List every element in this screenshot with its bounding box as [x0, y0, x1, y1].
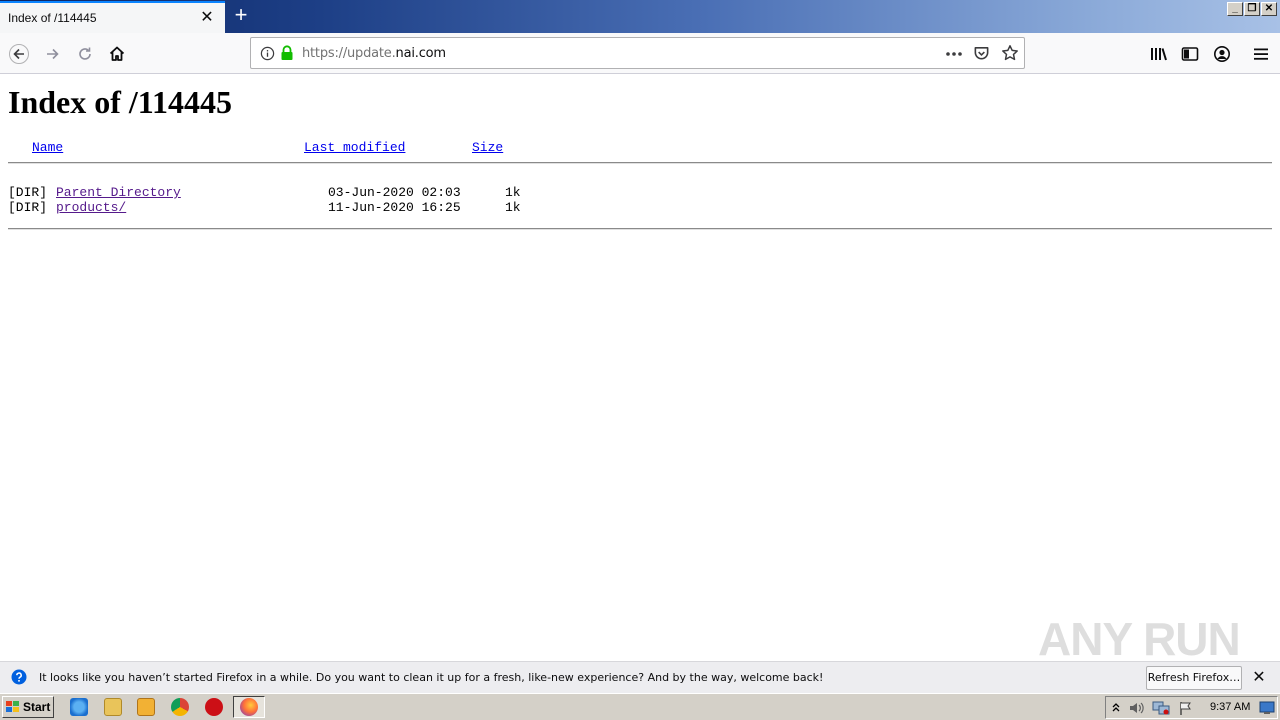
start-button[interactable]: Start — [2, 696, 54, 718]
system-tray: 9:37 AM — [1105, 696, 1278, 719]
forward-arrow-icon — [47, 48, 59, 60]
notification-bar: It looks like you haven’t started Firefo… — [0, 661, 1280, 693]
show-hidden-icons-icon[interactable] — [1111, 701, 1121, 714]
refresh-firefox-button[interactable]: Refresh Firefox… — [1146, 666, 1242, 690]
windows-logo-icon — [6, 701, 19, 712]
minimize-button[interactable]: _ — [1227, 2, 1243, 16]
sidebar-icon — [1181, 47, 1199, 61]
volume-icon[interactable] — [1128, 700, 1146, 716]
row-modified: 11-Jun-2020 16:25 — [328, 200, 461, 215]
tab-title: Index of /114445 — [8, 11, 97, 25]
restore-button[interactable]: ❐ — [1244, 2, 1260, 16]
address-bar[interactable]: https://update.nai.com — [250, 37, 1025, 69]
library-icon — [1151, 48, 1167, 61]
forward-button[interactable] — [40, 41, 66, 67]
reload-icon — [79, 47, 91, 60]
row-modified: 03-Jun-2020 02:03 — [328, 185, 461, 200]
row-size: 1k — [505, 200, 521, 215]
url-host: nai.com — [395, 46, 447, 61]
row-type: [DIR] — [8, 185, 48, 200]
url-text[interactable]: https://update.nai.com — [302, 46, 446, 61]
bookmark-star-icon[interactable] — [1001, 44, 1019, 62]
firefox-icon — [240, 698, 258, 716]
parent-directory-link[interactable]: Parent Directory — [56, 185, 181, 200]
account-icon — [1214, 46, 1230, 62]
account-button[interactable] — [1209, 41, 1235, 67]
close-window-button[interactable]: ✕ — [1261, 2, 1277, 16]
back-button[interactable] — [6, 41, 32, 67]
library-button[interactable] — [1146, 41, 1172, 67]
action-center-flag-icon[interactable] — [1178, 700, 1194, 716]
page-content: Index of /114445 Name Last modified Size… — [0, 74, 1280, 661]
back-arrow-icon — [9, 44, 29, 64]
anyrun-watermark: ANY RUN — [1038, 613, 1241, 665]
network-icon[interactable] — [1152, 700, 1170, 716]
pocket-icon[interactable] — [973, 45, 990, 62]
home-button[interactable] — [104, 41, 130, 67]
clock[interactable]: 9:37 AM — [1210, 701, 1250, 713]
chrome-icon[interactable] — [171, 698, 189, 716]
page-actions-icon[interactable] — [945, 51, 963, 57]
notification-message: It looks like you haven’t started Firefo… — [39, 671, 824, 684]
row-type: [DIR] — [8, 200, 48, 215]
file-explorer-icon[interactable] — [104, 698, 122, 716]
sidebar-button[interactable] — [1177, 41, 1203, 67]
home-icon — [109, 46, 125, 61]
tab-active[interactable]: Index of /114445 ✕ — [0, 1, 225, 33]
column-header-last-modified[interactable]: Last modified — [304, 140, 405, 155]
firefox-taskbar-button[interactable] — [233, 696, 265, 718]
url-prefix: https://update. — [302, 46, 396, 61]
reload-button[interactable] — [72, 41, 98, 67]
navigation-toolbar: https://update.nai.com — [0, 33, 1280, 74]
footer-divider — [8, 228, 1272, 230]
new-tab-button[interactable]: + — [230, 4, 252, 26]
opera-icon[interactable] — [205, 698, 223, 716]
column-header-size[interactable]: Size — [472, 140, 503, 155]
column-header-name[interactable]: Name — [32, 140, 63, 155]
internet-explorer-icon[interactable] — [70, 698, 88, 716]
products-directory-link[interactable]: products/ — [56, 200, 126, 215]
header-divider — [8, 162, 1272, 164]
show-desktop-icon[interactable] — [1259, 701, 1275, 715]
row-size: 1k — [505, 185, 521, 200]
title-bar: Index of /114445 ✕ + _ ❐ ✕ — [0, 0, 1280, 33]
tab-close-icon[interactable]: ✕ — [198, 9, 216, 27]
secure-lock-icon[interactable] — [280, 45, 294, 61]
info-icon[interactable] — [260, 46, 275, 61]
page-title: Index of /114445 — [8, 84, 233, 120]
notification-close-icon[interactable]: ✕ — [1250, 669, 1268, 687]
taskbar: Start 9:37 AM — [0, 693, 1280, 720]
question-icon — [11, 669, 27, 685]
media-player-icon[interactable] — [137, 698, 155, 716]
hamburger-menu-icon — [1254, 48, 1268, 60]
start-label: Start — [23, 700, 51, 714]
menu-button[interactable] — [1248, 41, 1274, 67]
